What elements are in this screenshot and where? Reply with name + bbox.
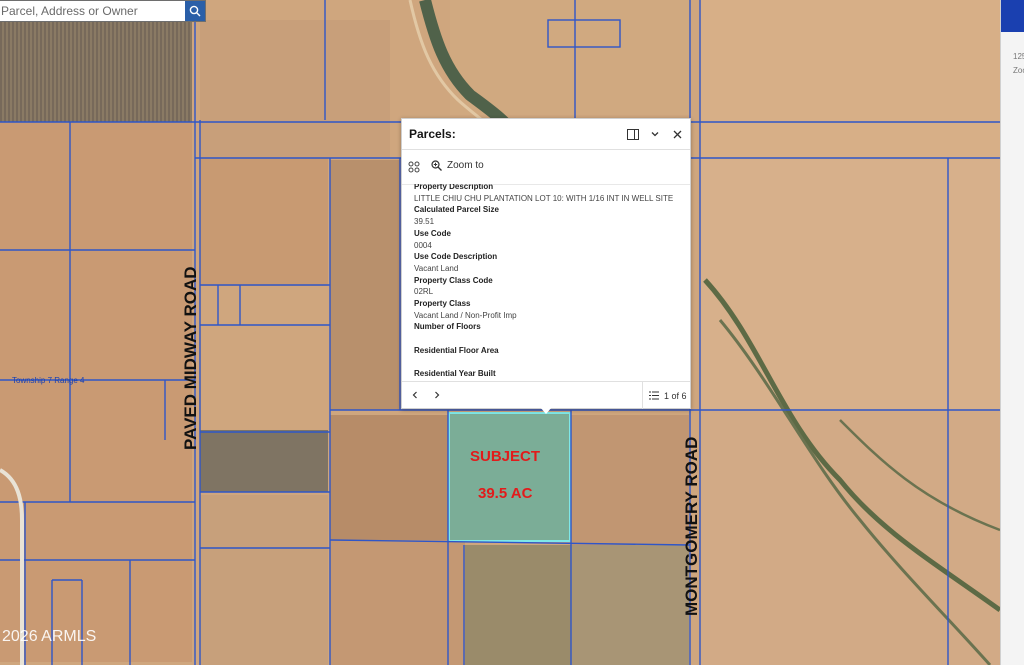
- field-label: Use Code: [414, 228, 451, 238]
- field-nw: [0, 20, 192, 122]
- field-value: 02RL: [414, 287, 434, 297]
- field-west-3: [200, 430, 328, 492]
- field-label: Use Code Description: [414, 252, 498, 262]
- field-west-2: [200, 158, 328, 286]
- field-value: [414, 357, 684, 369]
- field-center-b: [330, 540, 465, 665]
- road-label-montgomery: MONTGOMERY ROAD: [682, 437, 701, 616]
- dock-icon: [627, 128, 639, 140]
- list-icon: [649, 391, 659, 400]
- chevron-left-icon: [412, 391, 417, 399]
- popup-header: Parcels:: [402, 119, 690, 150]
- acreage-label: 39.5 AC: [478, 485, 533, 502]
- zoom-in-icon: [431, 160, 442, 171]
- parcels-popup: Parcels: Zoom to Property Description LIT…: [401, 118, 691, 414]
- search-bar: [0, 0, 206, 22]
- field-west-4: [200, 495, 328, 665]
- field-north-4: [700, 0, 1000, 160]
- side-panel-header: [1001, 0, 1024, 32]
- search-icon: [189, 5, 201, 17]
- field-label: Property Class Code: [414, 275, 493, 285]
- dock-button[interactable]: [626, 127, 640, 141]
- field-north-2: [330, 160, 400, 410]
- popup-footer: 1 of 6: [402, 381, 690, 409]
- field-label: Calculated Parcel Size: [414, 205, 499, 215]
- zoom-to-label: Zoom to: [447, 160, 484, 171]
- field-value: Vacant Land / Non-Profit Imp: [414, 310, 517, 320]
- popup-title: Parcels:: [409, 127, 456, 141]
- field-value: Vacant Land: [414, 263, 459, 273]
- close-icon: [673, 130, 681, 138]
- zoom-to-button[interactable]: Zoom to: [431, 160, 484, 171]
- field-value: [414, 333, 684, 345]
- field-value: 0004: [414, 240, 432, 250]
- field-north-3: [450, 0, 690, 115]
- field-east-1: [571, 415, 689, 545]
- field-label: Residential Floor Area: [414, 345, 499, 355]
- subject-label: SUBJECT: [470, 448, 540, 465]
- subject-parcel: [448, 412, 571, 542]
- search-button[interactable]: [185, 1, 205, 21]
- side-panel-text-2: Zoo: [1013, 66, 1024, 75]
- attribute-list: Property Description LITTLE CHIU CHU PLAN…: [414, 184, 684, 381]
- actions-menu-button[interactable]: [408, 160, 420, 178]
- popup-content[interactable]: Property Description LITTLE CHIU CHU PLAN…: [402, 184, 690, 381]
- field-value: 39.51: [414, 217, 435, 227]
- grid-actions-icon: [408, 161, 420, 173]
- popup-pointer: [540, 407, 552, 414]
- field-label: Property Class: [414, 299, 471, 309]
- field-west: [0, 122, 192, 662]
- pager-text: 1 of 6: [664, 390, 687, 401]
- chevron-down-icon: [651, 132, 659, 137]
- field-label: Number of Floors: [414, 322, 481, 332]
- collapse-button[interactable]: [648, 127, 662, 141]
- copyright-watermark: 2026 ARMLS: [2, 628, 96, 645]
- field-northeast: [700, 160, 1000, 410]
- field-south: [465, 545, 571, 665]
- field-center-a: [330, 415, 448, 540]
- chevron-right-icon: [435, 391, 440, 399]
- next-feature-button[interactable]: [430, 388, 444, 402]
- field-label: Property Description: [414, 184, 494, 191]
- search-input[interactable]: [0, 4, 183, 18]
- popup-actions: Zoom to: [402, 150, 690, 185]
- field-southeast: [571, 545, 689, 665]
- close-button[interactable]: [670, 127, 684, 141]
- township-label: Township 7 Range 4: [12, 376, 85, 385]
- field-label: Residential Year Built: [414, 369, 496, 379]
- road-label-paved-midway: PAVED MIDWAY ROAD: [181, 266, 200, 450]
- feature-pager[interactable]: 1 of 6: [642, 382, 687, 409]
- previous-feature-button[interactable]: [408, 388, 422, 402]
- side-panel: 125 Zoo: [1000, 0, 1024, 665]
- field-value: LITTLE CHIU CHU PLANTATION LOT 10: WITH …: [414, 193, 674, 203]
- field-north: [200, 20, 390, 158]
- side-panel-text-1: 125: [1013, 52, 1024, 61]
